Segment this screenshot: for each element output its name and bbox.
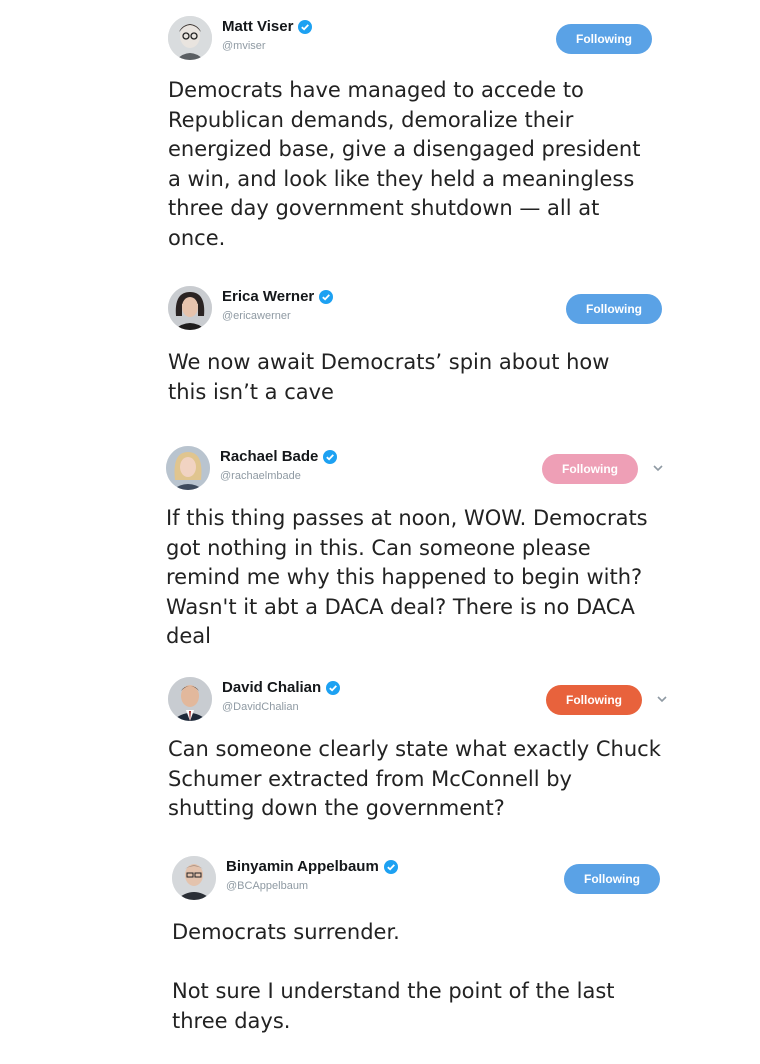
following-button[interactable]: Following [566, 294, 662, 324]
following-button[interactable]: Following [564, 864, 660, 894]
tweet-header: Matt Viser @mviser Following [168, 16, 728, 68]
avatar[interactable] [168, 286, 212, 330]
verified-badge-icon [323, 449, 338, 464]
following-button[interactable]: Following [546, 685, 642, 715]
chevron-down-icon[interactable] [656, 693, 668, 705]
display-name[interactable]: David Chalian [222, 679, 321, 696]
tweet-header: David Chalian @DavidChalian Following [168, 677, 728, 729]
tweet-text: Democrats surrender. Not sure I understa… [172, 920, 615, 1033]
verified-badge-icon [383, 859, 398, 874]
display-name[interactable]: Matt Viser [222, 18, 293, 35]
following-button[interactable]: Following [542, 454, 638, 484]
verified-badge-icon [319, 289, 334, 304]
verified-badge-icon [326, 680, 341, 695]
verified-badge-icon [298, 19, 313, 34]
avatar[interactable] [168, 677, 212, 721]
tweet-text: We now await Democrats’ spin about how t… [168, 350, 610, 404]
tweet-card: David Chalian @DavidChalian Following Ca… [168, 677, 728, 824]
tweet-text: Democrats have managed to accede to Repu… [168, 78, 641, 250]
user-handle[interactable]: @mviser [222, 40, 266, 52]
user-handle[interactable]: @ericawerner [222, 310, 291, 322]
user-handle[interactable]: @DavidChalian [222, 701, 299, 713]
avatar[interactable] [168, 16, 212, 60]
avatar[interactable] [172, 856, 216, 900]
tweet-text: Can someone clearly state what exactly C… [168, 737, 661, 820]
tweet-header: Binyamin Appelbaum @BCAppelbaum Followin… [172, 856, 732, 908]
avatar[interactable] [166, 446, 210, 490]
chevron-down-icon[interactable] [652, 462, 664, 474]
display-name[interactable]: Erica Werner [222, 288, 314, 305]
tweet-card: Matt Viser @mviser Following Democrats h… [168, 16, 728, 253]
user-handle[interactable]: @BCAppelbaum [226, 880, 308, 892]
tweet-card: Erica Werner @ericawerner Following We n… [168, 286, 728, 407]
tweet-text: If this thing passes at noon, WOW. Democ… [166, 506, 648, 648]
tweet-card: Rachael Bade @rachaelmbade Following If … [166, 446, 726, 652]
display-name[interactable]: Rachael Bade [220, 448, 318, 465]
display-name[interactable]: Binyamin Appelbaum [226, 858, 379, 875]
following-button[interactable]: Following [556, 24, 652, 54]
tweet-header: Erica Werner @ericawerner Following [168, 286, 728, 338]
tweet-card: Binyamin Appelbaum @BCAppelbaum Followin… [172, 856, 732, 1036]
tweet-header: Rachael Bade @rachaelmbade Following [166, 446, 726, 498]
user-handle[interactable]: @rachaelmbade [220, 470, 301, 482]
